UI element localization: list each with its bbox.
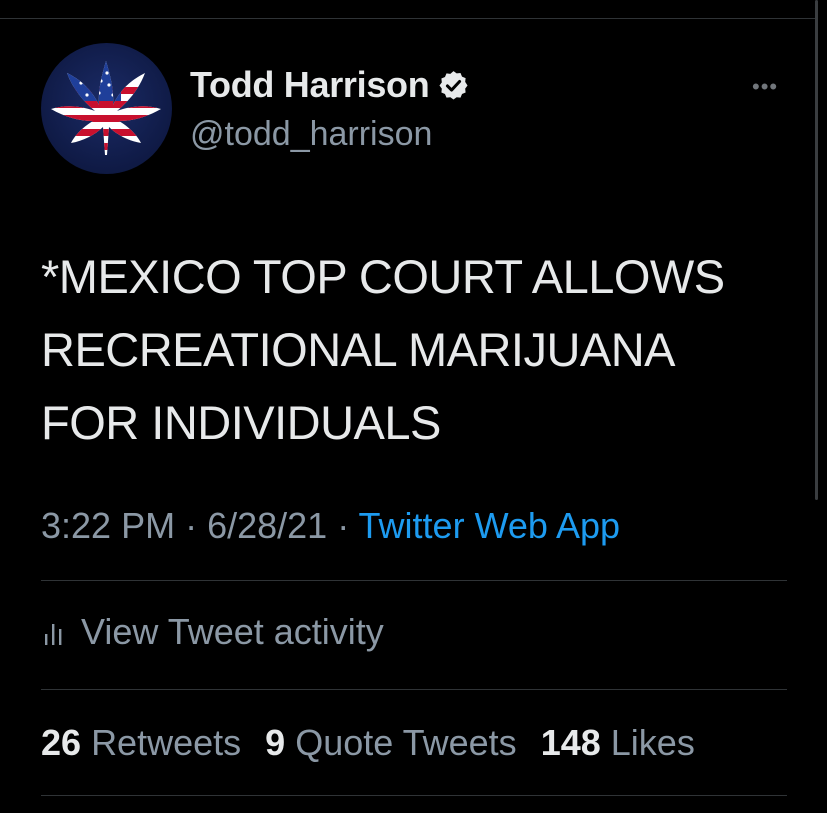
divider	[41, 580, 787, 581]
divider	[41, 795, 787, 796]
engagement-stats: 26 Retweets 9 Quote Tweets 148 Likes	[41, 722, 709, 764]
tweet-source-link[interactable]: Twitter Web App	[359, 505, 620, 546]
retweets-stat[interactable]: 26 Retweets	[41, 722, 241, 763]
meta-separator: ·	[175, 505, 208, 546]
likes-count: 148	[540, 722, 601, 763]
tweet-text-line: FOR INDIVIDUALS	[41, 396, 441, 449]
tweet-text-line: RECREATIONAL MARIJUANA	[41, 323, 676, 376]
scrollbar[interactable]	[815, 0, 818, 500]
retweets-count: 26	[41, 722, 82, 763]
meta-separator: ·	[327, 505, 359, 546]
view-tweet-activity-label: View Tweet activity	[81, 611, 384, 652]
avatar[interactable]	[41, 43, 172, 174]
display-name-text: Todd Harrison	[190, 64, 430, 105]
retweets-label: Retweets	[91, 722, 242, 763]
bar-chart-icon	[45, 624, 62, 645]
top-divider	[0, 18, 815, 19]
more-options-icon[interactable]: •••	[752, 74, 778, 100]
likes-stat[interactable]: 148 Likes	[541, 722, 695, 763]
tweet-date[interactable]: 6/28/21	[207, 505, 327, 546]
tweet-time[interactable]: 3:22 PM	[41, 505, 175, 546]
verified-badge-icon	[437, 69, 470, 102]
us-flag-leaf-icon	[51, 61, 161, 155]
tweet-meta: 3:22 PM · 6/28/21 · Twitter Web App	[41, 505, 620, 547]
display-name[interactable]: Todd Harrison	[190, 64, 470, 106]
likes-label: Likes	[610, 722, 695, 763]
quote-tweets-label: Quote Tweets	[295, 722, 517, 763]
view-tweet-activity-link[interactable]: View Tweet activity	[43, 611, 384, 653]
tweet-text-line: *MEXICO TOP COURT ALLOWS	[41, 250, 725, 303]
user-handle[interactable]: @todd_harrison	[190, 115, 432, 154]
quote-tweets-stat[interactable]: 9 Quote Tweets	[265, 722, 517, 763]
quote-tweets-count: 9	[265, 722, 286, 763]
divider	[41, 689, 787, 690]
tweet-text: *MEXICO TOP COURT ALLOWS RECREATIONAL MA…	[41, 240, 801, 459]
